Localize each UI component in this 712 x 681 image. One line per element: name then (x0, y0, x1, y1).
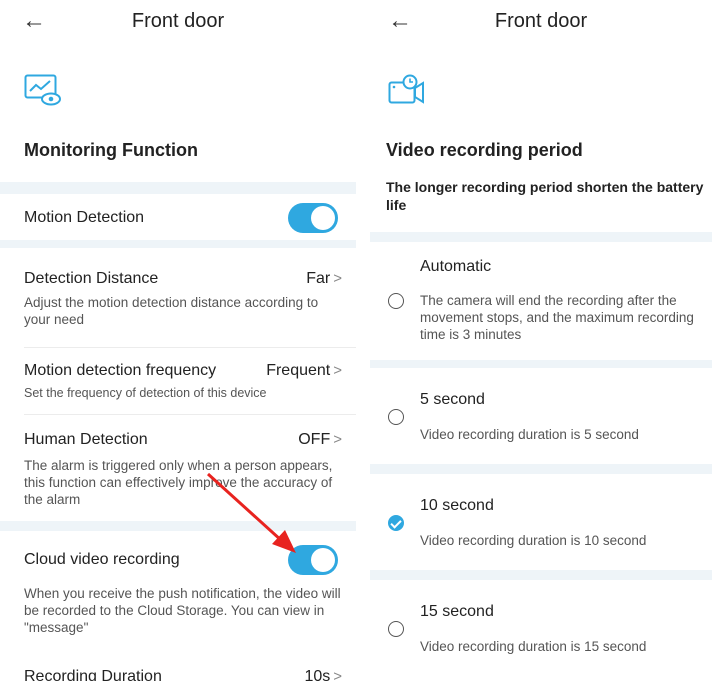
section-separator (370, 232, 712, 242)
section-title: Video recording period (386, 140, 583, 160)
option-desc: Video recording duration is 5 second (420, 427, 639, 442)
monitoring-settings-screen: ← Front door Monitoring Function Motion … (0, 0, 356, 681)
option-desc: Video recording duration is 15 second (420, 639, 647, 654)
option-desc: Video recording duration is 10 second (420, 533, 647, 548)
radio-button[interactable] (388, 409, 404, 425)
option-label: 15 second (420, 603, 494, 620)
video-recording-period-screen: ← Front door Video recording period The … (370, 0, 712, 681)
radio-button[interactable] (388, 293, 404, 309)
option-automatic[interactable]: Automatic The camera will end the record… (370, 242, 712, 360)
section-subtitle: The longer recording period shorten the … (386, 179, 704, 213)
section-separator (370, 360, 712, 368)
option-5-second[interactable]: 5 second Video recording duration is 5 s… (370, 368, 712, 464)
header: ← Front door (370, 0, 712, 44)
annotation-arrow (206, 472, 296, 553)
section-separator (370, 464, 712, 474)
option-15-second[interactable]: 15 second Video recording duration is 15… (370, 580, 712, 681)
page-title: Front door (494, 10, 588, 32)
option-label: Automatic (420, 258, 492, 275)
option-label: 10 second (420, 497, 494, 514)
section-separator (370, 570, 712, 580)
option-desc: The camera will end the recording after … (420, 293, 694, 342)
radio-button[interactable] (388, 621, 404, 637)
option-10-second[interactable]: 10 second Video recording duration is 10… (370, 474, 712, 570)
video-camera-timer-icon (388, 74, 424, 104)
radio-checked-icon[interactable] (388, 515, 404, 531)
option-label: 5 second (420, 391, 485, 408)
